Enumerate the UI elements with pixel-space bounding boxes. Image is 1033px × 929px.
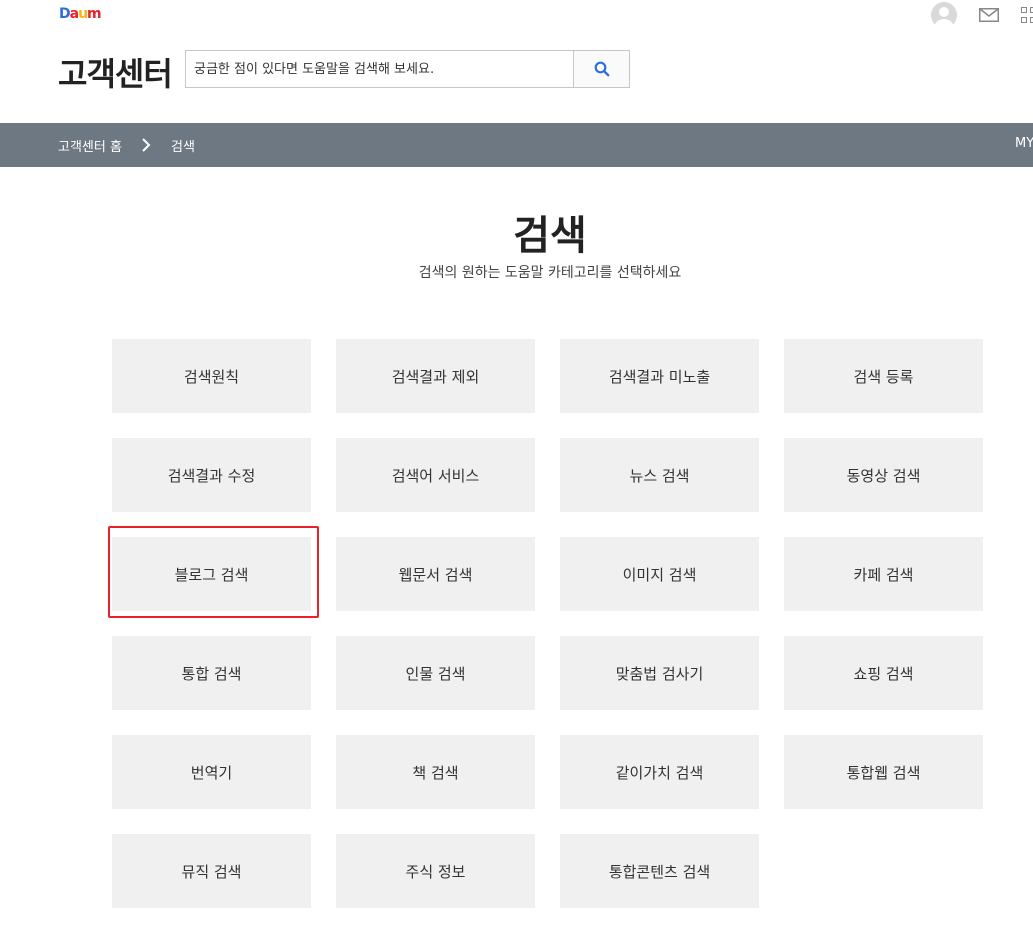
search-icon [594, 61, 609, 77]
category-tile[interactable]: 블로그 검색 [112, 537, 311, 611]
category-tile[interactable]: 쇼핑 검색 [784, 636, 983, 710]
category-tile[interactable]: 뮤직 검색 [112, 834, 311, 908]
category-tile[interactable]: 검색결과 수정 [112, 438, 311, 512]
breadcrumb-current: 검색 [171, 140, 195, 155]
category-tile[interactable]: 동영상 검색 [784, 438, 983, 512]
chevron-right-icon [142, 138, 151, 152]
category-grid: 검색원칙 검색결과 제외 검색결과 미노출 검색 등록검색결과 수정 검색어 서비스 뉴스… [112, 339, 983, 908]
header: Daum 고객센터 [0, 0, 1033, 123]
category-tile[interactable]: 검색어 서비스 [336, 438, 535, 512]
category-tile[interactable]: 주식 정보 [336, 834, 535, 908]
logo-letter-m: m [87, 6, 102, 22]
category-tile[interactable]: 인물 검색 [336, 636, 535, 710]
search-button[interactable] [573, 51, 629, 87]
category-tile[interactable]: 검색원칙 [112, 339, 311, 413]
brand-title[interactable]: 고객센터 [58, 49, 173, 95]
my-link[interactable]: MY [1015, 136, 1033, 151]
category-tile[interactable]: 통합웹 검색 [784, 735, 983, 809]
avatar-icon[interactable] [931, 2, 957, 28]
category-tile[interactable]: 통합콘텐츠 검색 [560, 834, 759, 908]
top-utility-icons [931, 2, 1033, 28]
logo-letter-a: a [69, 6, 80, 22]
search-input[interactable] [186, 51, 573, 87]
category-tile[interactable]: 검색결과 미노출 [560, 339, 759, 413]
category-tile[interactable]: 카페 검색 [784, 537, 983, 611]
daum-logo[interactable]: Daum [59, 6, 102, 22]
category-tile[interactable]: 뉴스 검색 [560, 438, 759, 512]
category-tile[interactable]: 번역기 [112, 735, 311, 809]
breadcrumb-bar: 고객센터 홈 검색 MY [0, 123, 1033, 167]
category-tile[interactable]: 맞춤법 검사기 [560, 636, 759, 710]
category-tile[interactable]: 검색 등록 [784, 339, 983, 413]
search-box [185, 50, 630, 88]
breadcrumb-home-link[interactable]: 고객센터 홈 [58, 136, 122, 155]
category-tile[interactable]: 검색결과 제외 [336, 339, 535, 413]
category-tile[interactable]: 웹문서 검색 [336, 537, 535, 611]
category-tile[interactable]: 책 검색 [336, 735, 535, 809]
category-tile[interactable]: 통합 검색 [112, 636, 311, 710]
logo-letter-d: D [59, 6, 71, 22]
page-title: 검색 [513, 213, 587, 259]
mail-icon[interactable] [979, 8, 999, 22]
category-tile[interactable]: 같이가치 검색 [560, 735, 759, 809]
page-subtitle: 검색의 원하는 도움말 카테고리를 선택하세요 [418, 265, 682, 281]
apps-grid-icon[interactable] [1021, 7, 1033, 23]
category-tile[interactable]: 이미지 검색 [560, 537, 759, 611]
logo-letter-u: u [78, 6, 88, 22]
